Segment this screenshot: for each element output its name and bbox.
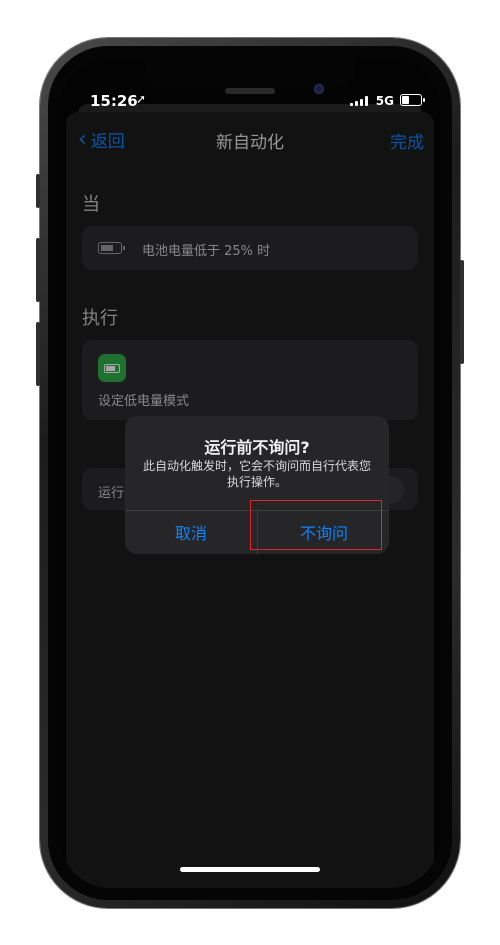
front-camera [314,84,324,94]
location-arrow-icon: ➚ [136,92,147,106]
phone-frame: 15:26 ➚ 5G ‹ 返回 新自动化 完成 当 电池电量低于 25% 时 执… [36,38,464,908]
volume-up-button [36,238,40,302]
home-indicator[interactable] [180,867,320,872]
power-button [460,260,464,364]
speaker [225,88,275,94]
cancel-button[interactable]: 取消 [125,510,257,554]
status-time: 15:26 [90,92,138,110]
alert-message: 此自动化触发时，它会不询问而自行代表您执行操作。 [142,459,371,489]
battery-icon [400,94,425,106]
bezel: 15:26 ➚ 5G ‹ 返回 新自动化 完成 当 电池电量低于 25% 时 执… [48,46,452,900]
volume-down-button [36,322,40,386]
alert-title: 运行前不询问? [204,438,310,457]
cellular-signal-icon [350,96,368,106]
network-type: 5G [375,94,394,108]
silent-switch [36,174,40,208]
notch [145,58,355,88]
highlight-box [250,500,382,550]
screen: 15:26 ➚ 5G ‹ 返回 新自动化 完成 当 电池电量低于 25% 时 执… [60,58,440,888]
